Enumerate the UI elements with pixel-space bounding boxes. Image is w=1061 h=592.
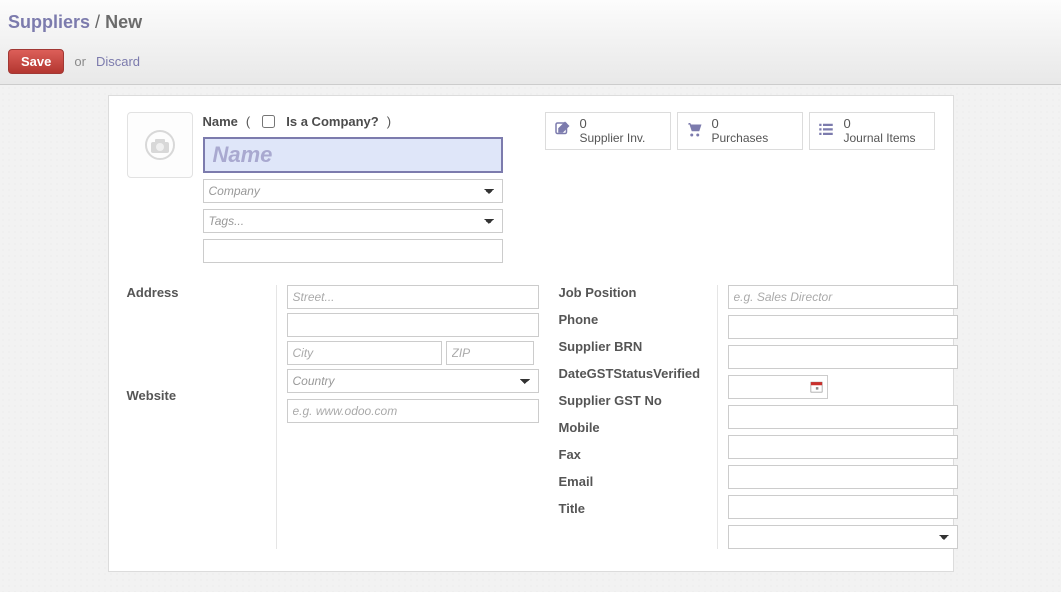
col-left: Address Website Country	[127, 285, 539, 549]
city-input[interactable]	[287, 341, 442, 365]
camera-icon	[140, 130, 180, 160]
phone-input[interactable]	[728, 315, 958, 339]
country-select[interactable]: Country	[287, 369, 539, 393]
name-line: Name ( Is a Company? )	[203, 112, 511, 131]
address-label: Address	[127, 285, 276, 300]
calendar-icon[interactable]	[809, 379, 824, 394]
is-company-checkbox[interactable]	[262, 115, 275, 128]
website-input[interactable]	[287, 399, 539, 423]
breadcrumb-current: New	[105, 12, 142, 32]
title-label: Title	[559, 501, 717, 516]
toolbar: Suppliers / New Save or Discard	[0, 0, 1061, 85]
col-right: Job Position Phone Supplier BRN DateGSTS…	[559, 285, 958, 549]
stat-journal-label: Journal Items	[844, 132, 916, 145]
save-button[interactable]: Save	[8, 49, 64, 74]
date-gst-wrap	[728, 375, 828, 399]
mobile-label: Mobile	[559, 420, 717, 435]
brn-label: Supplier BRN	[559, 339, 717, 354]
or-text: or	[74, 54, 86, 69]
job-position-label: Job Position	[559, 285, 717, 300]
is-company-label: Is a Company?	[286, 114, 378, 129]
breadcrumb-sep: /	[95, 12, 100, 32]
zip-input[interactable]	[446, 341, 534, 365]
website-label: Website	[127, 388, 276, 403]
stat-supplier-inv-label: Supplier Inv.	[580, 132, 646, 145]
paren-close: )	[387, 114, 391, 129]
job-position-input[interactable]	[728, 285, 958, 309]
name-input[interactable]	[203, 137, 503, 173]
discard-link[interactable]: Discard	[96, 54, 140, 69]
stat-purchases-label: Purchases	[712, 132, 769, 145]
name-label: Name	[203, 114, 238, 129]
stat-purchases-count: 0	[712, 117, 769, 131]
date-gst-label: DateGSTStatusVerified	[559, 366, 717, 381]
mobile-input[interactable]	[728, 435, 958, 459]
title-select[interactable]	[728, 525, 958, 549]
form-canvas: Name ( Is a Company? ) Company Tags...	[0, 85, 1061, 592]
list-icon	[816, 120, 836, 143]
fax-input[interactable]	[728, 465, 958, 489]
brn-input[interactable]	[728, 345, 958, 369]
paren-open: (	[246, 114, 250, 129]
breadcrumb: Suppliers / New	[8, 0, 1053, 49]
email-input[interactable]	[728, 495, 958, 519]
cart-icon	[684, 120, 704, 143]
action-row: Save or Discard	[8, 49, 1053, 74]
top-row: Name ( Is a Company? ) Company Tags...	[127, 112, 935, 263]
name-column: Name ( Is a Company? ) Company Tags...	[203, 112, 511, 263]
stat-journal-count: 0	[844, 117, 916, 131]
street2-input[interactable]	[287, 313, 539, 337]
phone-label: Phone	[559, 312, 717, 327]
email-label: Email	[559, 474, 717, 489]
extra-input[interactable]	[203, 239, 503, 263]
stat-supplier-inv-count: 0	[580, 117, 646, 131]
fax-label: Fax	[559, 447, 717, 462]
avatar-placeholder[interactable]	[127, 112, 193, 178]
form-sheet: Name ( Is a Company? ) Company Tags...	[108, 95, 954, 572]
gstno-label: Supplier GST No	[559, 393, 717, 408]
stat-journal[interactable]: 0 Journal Items	[809, 112, 935, 150]
stat-purchases[interactable]: 0 Purchases	[677, 112, 803, 150]
company-select[interactable]: Company	[203, 179, 503, 203]
stat-boxes: 0 Supplier Inv. 0 Purchases	[545, 112, 935, 150]
stat-supplier-inv[interactable]: 0 Supplier Inv.	[545, 112, 671, 150]
tags-select[interactable]: Tags...	[203, 209, 503, 233]
breadcrumb-parent[interactable]: Suppliers	[8, 12, 90, 32]
street-input[interactable]	[287, 285, 539, 309]
details-row: Address Website Country	[127, 285, 935, 549]
edit-icon	[552, 120, 572, 143]
gstno-input[interactable]	[728, 405, 958, 429]
